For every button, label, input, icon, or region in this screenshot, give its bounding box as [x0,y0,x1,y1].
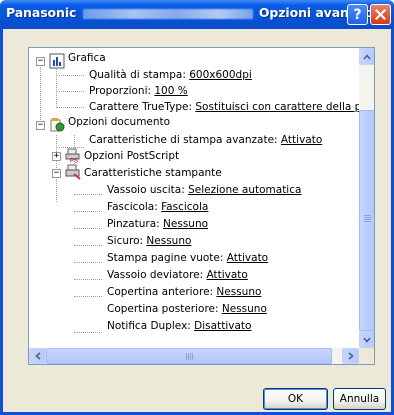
close-button[interactable] [370,4,391,25]
title-prefix: Panasonic [6,5,77,20]
setting-label: Qualità di stampa: [89,69,190,81]
dialog-window: Panasonic Opzioni avanzate ? − Grafica Q… [0,0,394,415]
setting-label: Fascicola: [107,201,162,213]
setting-value[interactable]: Sostituisci con carattere della periferi… [195,101,359,113]
scroll-down-button[interactable] [359,331,374,348]
postscript-icon: PS [65,148,80,164]
setting-value[interactable]: 100 % [154,85,187,97]
printer-features-icon [65,164,81,180]
setting-value[interactable]: Nessuno [163,218,208,230]
collapse-printer-features-toggle[interactable]: − [52,169,61,178]
horizontal-scroll-thumb[interactable] [46,348,332,364]
close-icon [375,9,386,20]
collapse-grafica-toggle[interactable]: − [36,57,45,66]
setting-value[interactable]: Nessuno [222,303,267,315]
setting-label: Vassoio deviatore: [107,269,207,281]
collapse-document-options-toggle[interactable]: − [36,121,45,130]
help-icon: ? [353,6,362,23]
cancel-button[interactable]: Annulla [333,388,386,410]
help-button[interactable]: ? [347,4,368,25]
setting-label: Proporzioni: [89,85,155,97]
scroll-left-button[interactable] [29,348,46,364]
vertical-scroll-thumb[interactable] [359,110,374,331]
setting-value[interactable]: Selezione automatica [188,184,301,196]
setting-label: Copertina anteriore: [107,286,217,298]
setting-duplex-notification[interactable]: Notifica Duplex: Disattivato [107,317,251,336]
document-options-icon [50,118,65,132]
expand-postscript-toggle[interactable]: + [52,152,61,161]
setting-value[interactable]: 600x600dpi [189,69,252,81]
dialog-client-area: − Grafica Qualità di stampa: 600x600dpi … [3,29,391,412]
setting-value[interactable]: Fascicola [161,201,208,213]
chevron-down-icon [363,336,371,343]
scrollbar-corner [359,348,374,364]
chart-icon [49,53,65,69]
scroll-right-button[interactable] [342,348,359,364]
setting-label: Copertina posteriore: [107,303,222,315]
setting-value[interactable]: Attivato [207,269,248,281]
setting-label: Caratteristiche di stampa avanzate: [89,134,281,146]
setting-label: Stampa pagine vuote: [107,252,227,264]
svg-text:PS: PS [70,159,78,164]
vertical-scrollbar[interactable] [359,48,374,348]
setting-label: Notifica Duplex: [107,320,195,332]
setting-label: Carattere TrueType: [89,101,196,113]
ok-button[interactable]: OK [263,388,328,410]
redacted-model-name [82,8,253,19]
options-tree-view[interactable]: − Grafica Qualità di stampa: 600x600dpi … [28,47,375,365]
window-title: Panasonic Opzioni avanzate [6,5,379,20]
setting-label: Vassoio uscita: [107,184,189,196]
setting-value[interactable]: Nessuno [216,286,261,298]
setting-value[interactable]: Disattivato [194,320,251,332]
setting-value[interactable]: Attivato [227,252,268,264]
setting-value[interactable]: Attivato [281,134,322,146]
tree-content: − Grafica Qualità di stampa: 600x600dpi … [29,48,359,348]
chevron-up-icon [363,53,371,60]
scroll-up-button[interactable] [359,48,374,65]
tree-node-document-options[interactable]: Opzioni documento [68,113,170,132]
title-bar[interactable]: Panasonic Opzioni avanzate ? [0,0,394,29]
chevron-right-icon [347,352,354,360]
chevron-left-icon [34,352,41,360]
setting-label: Sicuro: [107,235,147,247]
horizontal-scrollbar[interactable] [29,348,359,364]
setting-label: Pinzatura: [107,218,164,230]
setting-value[interactable]: Nessuno [146,235,191,247]
